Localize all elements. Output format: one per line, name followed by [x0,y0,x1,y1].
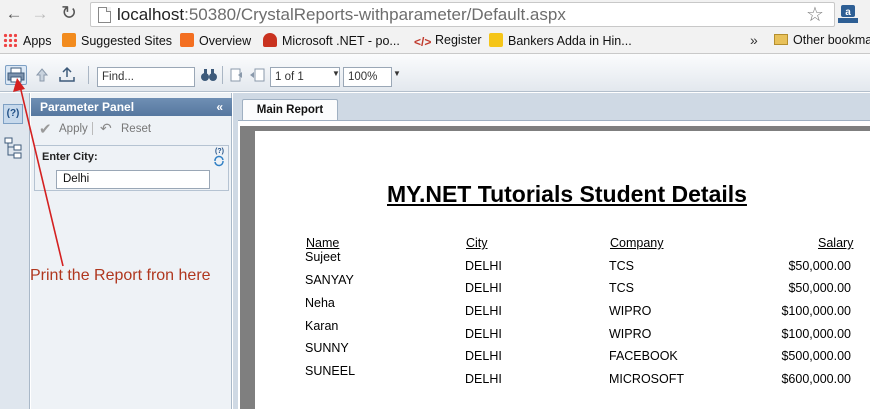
code-icon: </> [414,35,432,49]
tab-main-report[interactable]: Main Report [242,99,338,120]
cell-company: MICROSOFT [609,372,684,386]
parameter-actions: ✔ Apply ↶ Reset [31,119,232,139]
bookmark-other[interactable]: Other bookma [774,33,870,50]
reload-icon[interactable]: ↻ [58,3,80,25]
parameter-city-section: Enter City: (?) Delhi [34,145,229,191]
bookmark-suggested-sites[interactable]: Suggested Sites [62,33,172,50]
cell-company: WIPRO [609,304,652,318]
parameter-panel-title: Parameter Panel [40,100,135,114]
parameter-panel-tab-icon[interactable]: (?) [3,104,23,124]
bookmark-register[interactable]: </> Register [414,33,482,50]
zoom-select[interactable]: 100% [343,67,392,87]
parameter-panel: Parameter Panel « ✔ Apply ↶ Reset Enter … [31,93,232,409]
bookmark-overview[interactable]: Overview [180,33,251,50]
column-header-company: Company [610,236,664,250]
page-icon [98,7,111,23]
address-bar: ← → ↻ localhost:50380/CrystalReports-wit… [0,0,870,29]
flame-icon [263,33,277,47]
cell-company: FACEBOOK [609,349,678,363]
print-icon [7,67,25,83]
annotation-text: Print the Report fron here [30,267,211,284]
cell-company: TCS [609,281,634,295]
page-prev-icon [250,68,265,82]
cell-city: DELHI [465,259,502,273]
cell-salary: $600,000.00 [781,372,851,386]
cell-city: DELHI [465,281,502,295]
bookmark-star-icon[interactable]: ☆ [806,2,824,27]
bookmarks-bar: Apps Suggested Sites Overview Microsoft … [0,29,870,54]
refresh-values-icon[interactable] [213,155,225,167]
cell-city: DELHI [465,349,502,363]
export-up-arrow-icon [35,68,49,82]
side-tab-strip: (?) [0,93,30,409]
toolbar-separator [222,66,223,84]
cell-company: WIPRO [609,327,652,341]
cell-name: Karan [305,319,339,333]
cell-name: SUNEEL [305,364,356,378]
suggested-sites-icon [62,33,76,47]
page-dropdown-icon[interactable]: ▼ [332,69,340,78]
city-field[interactable]: Delhi [56,170,210,189]
apps-grid-icon [3,33,17,47]
cell-name: Sujeet [305,250,341,264]
page-first-icon [230,68,242,82]
column-header-city: City [466,236,488,250]
cell-city: DELHI [465,372,502,386]
cell-salary: $100,000.00 [781,304,851,318]
binoculars-icon [201,69,217,81]
prev-page-button[interactable] [247,65,269,85]
folder-icon [774,34,788,45]
page-number-input[interactable]: 1 of 1 [270,67,340,87]
first-page-button[interactable] [226,65,248,85]
cell-salary: $50,000.00 [788,281,851,295]
zoom-dropdown-icon[interactable]: ▼ [393,69,401,78]
svg-text:a: a [845,7,851,18]
toolbar-separator [88,66,89,84]
cell-salary: $50,000.00 [788,259,851,273]
extension-icon[interactable]: a [838,3,858,25]
cell-name: SUNNY [305,341,349,355]
cell-company: TCS [609,259,634,273]
cell-city: DELHI [465,304,502,318]
bookmark-microsoft-net[interactable]: Microsoft .NET - po... [263,33,400,50]
apply-check-icon: ✔ [39,121,52,138]
cell-name: Neha [305,296,335,310]
back-icon[interactable]: ← [3,3,25,25]
find-input[interactable]: Find... [97,67,195,87]
actions-separator [92,122,93,135]
apply-button[interactable]: Apply [59,123,88,135]
blogger-icon [180,33,194,47]
report-toolbar: Find... 1 of 1 ▼ 100% ▼ [0,54,870,92]
find-button[interactable] [198,65,220,85]
url-text: localhost:50380/CrystalReports-withparam… [117,5,566,24]
reset-button[interactable]: Reset [121,123,151,135]
bookmark-apps[interactable]: Apps [3,33,52,50]
upload-button[interactable] [56,65,78,85]
bankers-adda-icon [489,33,503,47]
report-title: MY.NET Tutorials Student Details [387,181,747,207]
column-header-name: Name [306,236,340,250]
forward-icon[interactable]: → [29,3,51,25]
parameter-panel-header: Parameter Panel « [31,98,232,116]
cell-city: DELHI [465,327,502,341]
bookmark-bankers-adda[interactable]: Bankers Adda in Hin... [489,33,632,50]
group-tree-icon[interactable] [4,137,24,159]
collapse-panel-icon[interactable]: « [216,98,223,116]
parameter-help-icon[interactable]: (?) [215,148,224,155]
column-header-salary: Salary [818,236,854,250]
reset-undo-icon: ↶ [100,120,112,136]
report-page: MY.NET Tutorials Student Details Name Ci… [255,131,870,409]
cell-salary: $100,000.00 [781,327,851,341]
url-input[interactable]: localhost:50380/CrystalReports-withparam… [90,2,835,27]
cell-salary: $500,000.00 [781,349,851,363]
upload-tray-icon [59,66,75,82]
cell-name: SANYAY [305,273,354,287]
print-button[interactable] [5,65,27,85]
export-button[interactable] [31,65,53,85]
bookmarks-overflow-icon[interactable]: » [750,32,758,48]
parameter-label: Enter City: [42,151,98,163]
browser-window: ← → ↻ localhost:50380/CrystalReports-wit… [0,0,870,409]
